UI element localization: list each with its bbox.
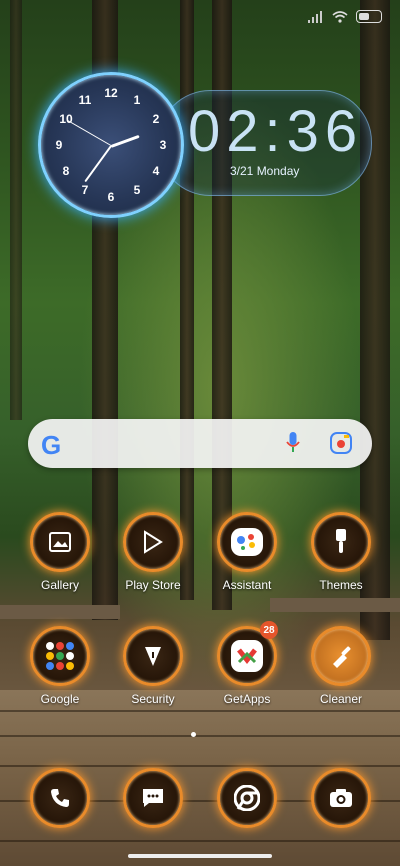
dial-number: 8 [62,164,70,178]
app-label: GetApps [223,692,271,706]
mic-icon[interactable] [286,432,300,454]
app-label: Security [131,692,175,706]
lens-icon[interactable] [330,432,352,454]
dial-number: 5 [133,183,141,197]
dock-messages[interactable] [108,768,198,828]
home-gesture-bar[interactable] [128,854,272,858]
assistant-icon [217,512,277,572]
folder-icon [30,626,90,686]
dial-number: 11 [78,93,92,107]
app-security[interactable]: Security [108,626,198,706]
app-label: Gallery [40,578,79,592]
status-bar [308,10,382,23]
dock-camera[interactable] [296,768,386,828]
gallery-icon [30,512,90,572]
app-play-store[interactable]: Play Store [108,512,198,592]
paintbrush-icon [311,512,371,572]
dial-number: 2 [152,112,160,126]
dock-chrome[interactable] [202,768,292,828]
page-indicator [191,732,196,737]
dial-number: 10 [59,112,73,126]
date-label: 3/21 Monday [230,164,300,178]
cleaner-icon [311,626,371,686]
app-gallery[interactable]: Gallery [15,512,105,592]
app-label: Google [40,692,80,706]
dial-number: 12 [104,86,118,100]
app-label: Assistant [222,578,272,592]
second-hand [67,120,112,146]
app-assistant[interactable]: Assistant [202,512,292,592]
google-search-bar[interactable]: G [28,419,372,468]
notification-badge: 28 [260,621,278,639]
play-store-icon [123,512,183,572]
dock-phone[interactable] [15,768,105,828]
dial-number: 7 [81,183,89,197]
hour-hand [110,134,140,148]
dial-number: 6 [107,190,115,204]
app-label: Cleaner [319,692,363,706]
battery-icon [356,10,382,23]
chrome-icon [217,768,277,828]
app-label: Play Store [125,578,181,592]
signal-icon [308,10,324,23]
app-cleaner[interactable]: Cleaner [296,626,386,706]
clock-widget[interactable]: 12 1 2 3 4 5 6 7 8 9 10 11 02:36 3/21 Mo… [38,72,374,218]
wifi-icon [332,10,348,23]
app-getapps[interactable]: 28 GetApps [202,621,292,706]
app-folder-google[interactable]: Google [15,626,105,706]
dial-number: 3 [159,138,167,152]
security-shield-icon [123,626,183,686]
app-themes[interactable]: Themes [296,512,386,592]
dial-number: 1 [133,93,141,107]
analog-clock: 12 1 2 3 4 5 6 7 8 9 10 11 [38,72,184,218]
phone-icon [30,768,90,828]
dial-number: 9 [55,138,63,152]
dial-number: 4 [152,164,160,178]
google-logo: G [41,430,62,460]
getapps-icon: 28 [217,621,278,686]
minute-hand [84,145,112,183]
messages-icon [123,768,183,828]
app-label: Themes [319,578,363,592]
digital-time: 02:36 [188,99,364,164]
camera-icon [311,768,371,828]
